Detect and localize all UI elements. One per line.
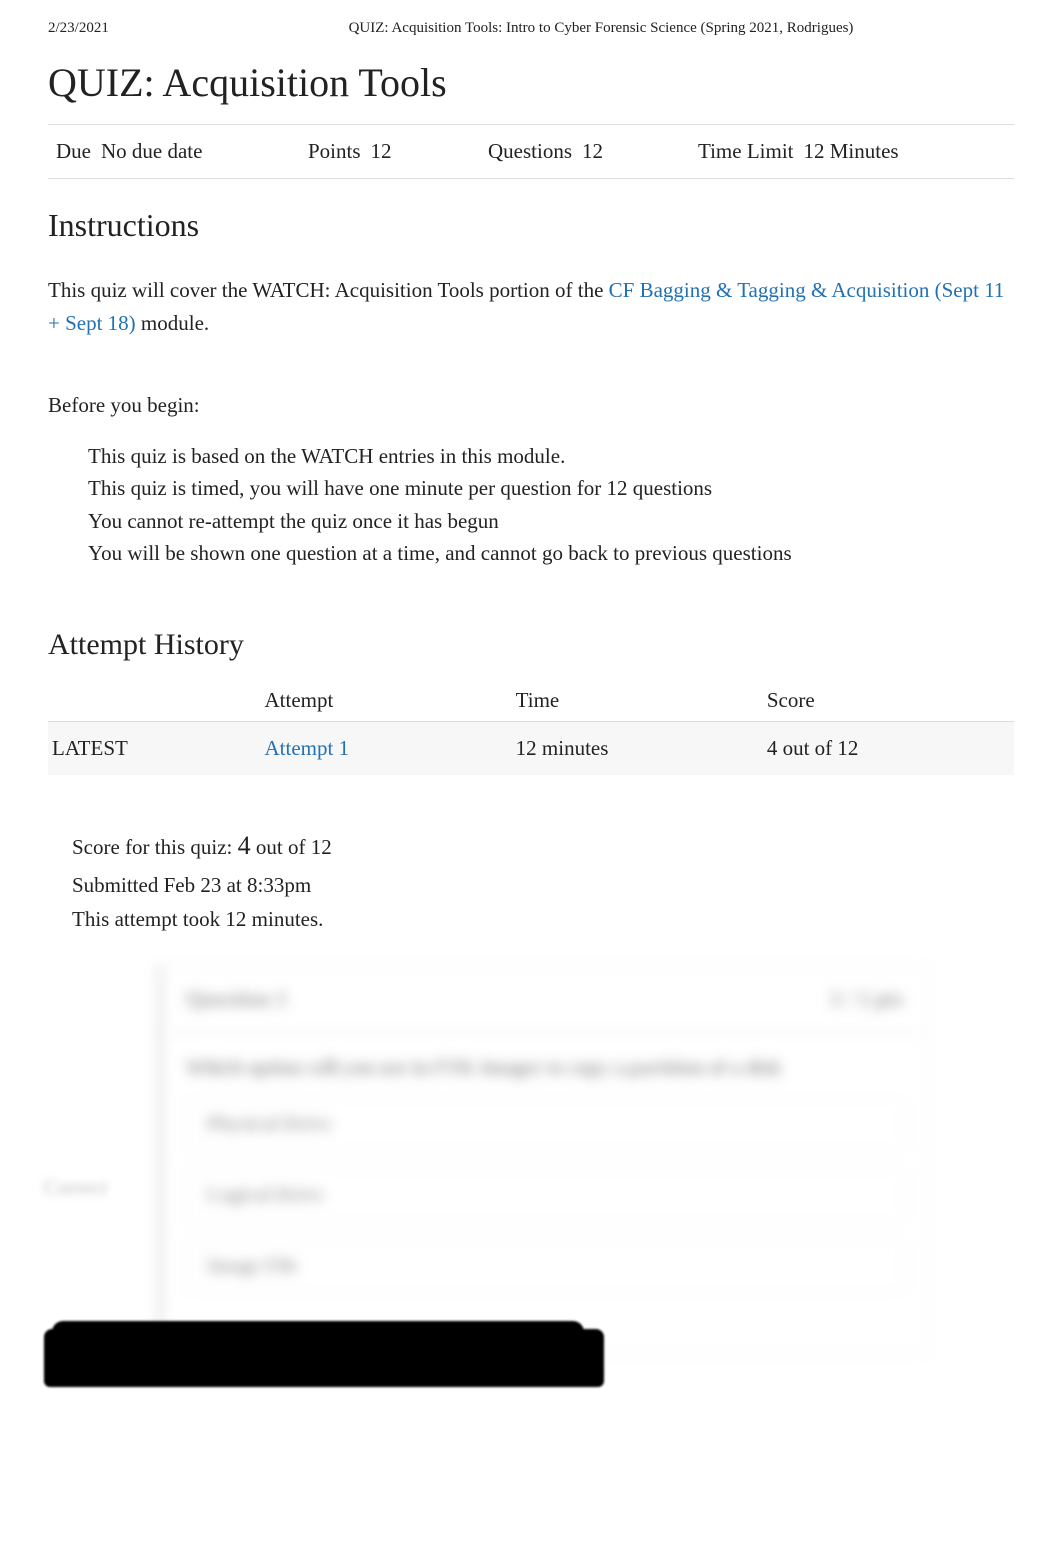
duration-line: This attempt took 12 minutes. (72, 902, 1014, 937)
bullet-text: at a time, and cannot go back to previou… (362, 541, 791, 565)
bullet-text: This quiz is based on the (88, 444, 301, 468)
bullet-text: the quiz once it has begun (280, 509, 499, 533)
bullet-text: This quiz is timed, you will have (88, 476, 369, 500)
col-attempt: Attempt (261, 680, 512, 722)
bullet-text: You (88, 509, 127, 533)
page-title: QUIZ: Acquisition Tools (0, 47, 1062, 124)
list-item: This quiz is based on the WATCH entries … (60, 440, 1014, 473)
page-date: 2/23/2021 (48, 20, 288, 37)
question-title: Question 1 (186, 986, 287, 1012)
question-points: 1 / 1 pts (830, 986, 903, 1012)
score-summary: Score for this quiz: 4 out of 12 Submitt… (0, 795, 1062, 937)
meta-timelimit: Time Limit 12 Minutes (698, 139, 899, 164)
bullet-text: per question for (468, 476, 606, 500)
instructions-intro: This quiz will cover the WATCH: Acquisit… (0, 264, 1062, 349)
col-time: Time (512, 680, 763, 722)
list-item: This quiz is timed, you will have one mi… (60, 472, 1014, 505)
meta-value: 12 (582, 139, 603, 164)
intro-text: portion of the (489, 278, 609, 302)
meta-due: Due No due date (48, 139, 308, 164)
attempt-time: 12 minutes (512, 721, 763, 775)
meta-value: No due date (101, 139, 202, 164)
bullet-text: entries in this module. (379, 444, 566, 468)
question-card: Question 1 1 / 1 pts Which option will y… (158, 965, 928, 1355)
score-label: Score for this quiz: (72, 835, 238, 859)
quiz-meta-bar: Due No due date Points 12 Questions 12 T… (48, 124, 1014, 179)
before-you-begin: Before you begin: (0, 349, 1062, 432)
table-header-row: Attempt Time Score (48, 680, 1014, 722)
submitted-line: Submitted Feb 23 at 8:33pm (72, 868, 1014, 903)
attempt-history-heading: Attempt History (0, 578, 1062, 680)
intro-watch: WATCH: Acquisition Tools (252, 278, 484, 302)
bullet-text: You will be shown (88, 541, 250, 565)
attempt-history-table: Attempt Time Score LATEST Attempt 1 12 m… (48, 680, 1014, 775)
meta-questions: Questions 12 (488, 139, 698, 164)
score-line: Score for this quiz: 4 out of 12 (72, 825, 1014, 868)
meta-label: Due (56, 139, 91, 164)
answer-option: Image File (186, 1240, 903, 1293)
col-score: Score (763, 680, 1014, 722)
attempt-score: 4 out of 12 (763, 721, 1014, 775)
question-text: Which option will you use in FTK Imager … (186, 1057, 903, 1080)
list-item: You will be shown one question at a time… (60, 537, 1014, 570)
blurred-preview: Correct Question 1 1 / 1 pts Which optio… (48, 965, 1014, 1385)
score-value: 4 (238, 831, 251, 860)
meta-label: Points (308, 139, 361, 164)
meta-label: Questions (488, 139, 572, 164)
score-of: out of 12 (256, 835, 332, 859)
bullet-emph: one minute (369, 476, 463, 500)
meta-label: Time Limit (698, 139, 794, 164)
page-context: QUIZ: Acquisition Tools: Intro to Cyber … (288, 20, 1014, 37)
instruction-bullets: This quiz is based on the WATCH entries … (0, 432, 1062, 578)
attempt-link[interactable]: Attempt 1 (265, 736, 350, 760)
meta-value: 12 Minutes (804, 139, 899, 164)
table-row: LATEST Attempt 1 12 minutes 4 out of 12 (48, 721, 1014, 775)
bullet-emph: one question (250, 541, 357, 565)
redaction-bar (44, 1329, 604, 1387)
answer-option: Physical Drive (186, 1098, 903, 1151)
bullet-emph: cannot re-attempt (127, 509, 275, 533)
intro-text: module. (141, 311, 209, 335)
latest-badge: LATEST (48, 721, 261, 775)
correct-label: Correct (44, 1175, 107, 1200)
meta-points: Points 12 (308, 139, 488, 164)
meta-value: 12 (371, 139, 392, 164)
bullet-emph: 12 questions (607, 476, 713, 500)
bullet-emph: WATCH (301, 444, 373, 468)
list-item: You cannot re-attempt the quiz once it h… (60, 505, 1014, 538)
answer-option: Logical Drive (186, 1169, 903, 1222)
intro-text: This quiz will cover the (48, 278, 252, 302)
instructions-heading: Instructions (0, 179, 1062, 264)
col-blank (48, 680, 261, 722)
